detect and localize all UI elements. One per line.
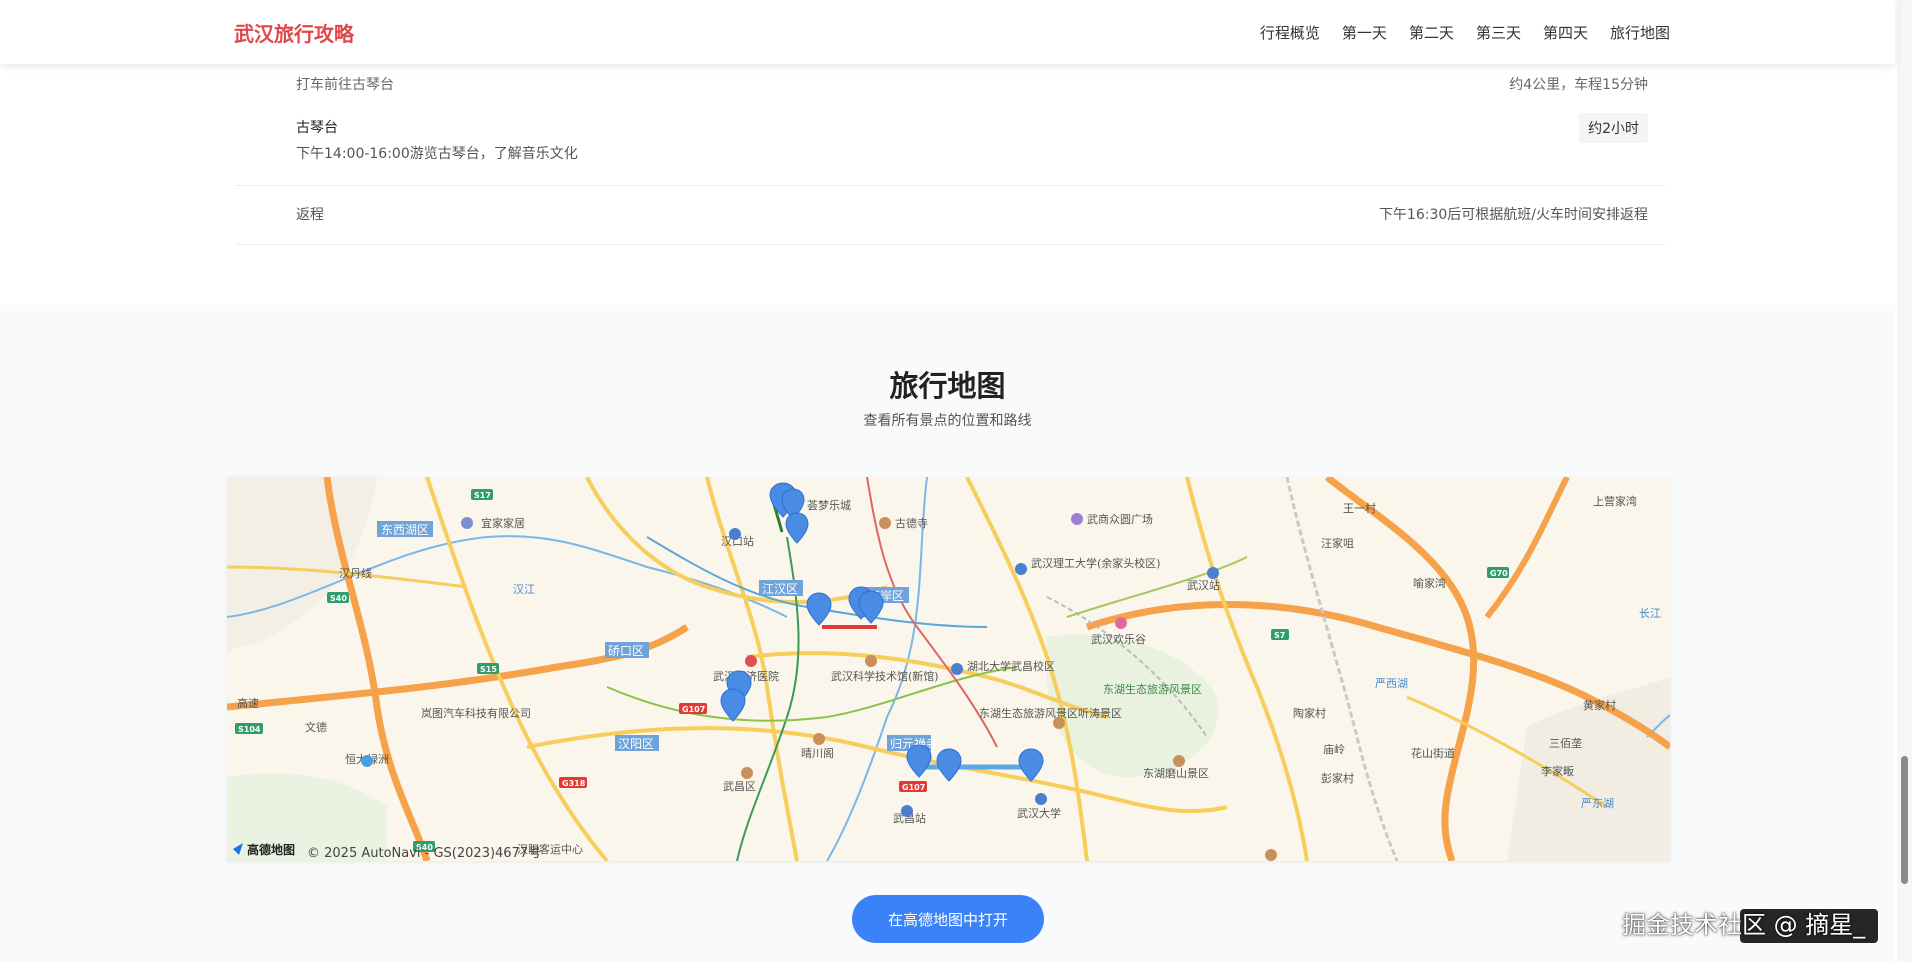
svg-text:© 2025 AutoNavi - GS(2023)4677: © 2025 AutoNavi - GS(2023)4677号	[307, 846, 541, 861]
svg-text:湖北大学武昌校区: 湖北大学武昌校区	[967, 659, 1055, 673]
svg-text:S40: S40	[330, 594, 347, 603]
svg-text:长江: 长江	[1639, 607, 1661, 620]
svg-text:G107: G107	[902, 783, 925, 792]
brand-logo[interactable]: 武汉旅行攻略	[234, 18, 354, 47]
spot-row: 古琴台 下午14:00-16:00游览古琴台，了解音乐文化 约2小时	[235, 104, 1665, 184]
return-detail: 下午16:30后可根据航班/火车时间安排返程	[1378, 207, 1648, 223]
nav-overview[interactable]: 行程概览	[1260, 22, 1320, 43]
svg-text:武汉大学: 武汉大学	[1017, 806, 1061, 820]
map-canvas[interactable]: S17 S40 S15 S104 G107 G318 G70 S7 G107 S…	[227, 477, 1670, 861]
nav-day4[interactable]: 第四天	[1543, 22, 1588, 43]
page: 武汉旅行攻略 行程概览 第一天 第二天 第三天 第四天 旅行地图 打车前往古琴台…	[0, 0, 1912, 962]
svg-text:彭家村: 彭家村	[1321, 771, 1354, 785]
svg-text:东湖磨山景区: 东湖磨山景区	[1143, 767, 1209, 780]
svg-text:武汉理工大学(余家头校区): 武汉理工大学(余家头校区)	[1031, 556, 1161, 570]
svg-text:武汉站: 武汉站	[1187, 578, 1220, 592]
svg-text:严东湖: 严东湖	[1581, 797, 1614, 810]
svg-text:李家畈: 李家畈	[1541, 764, 1574, 778]
svg-text:江汉区: 江汉区	[762, 582, 798, 596]
scrollbar[interactable]	[1897, 0, 1912, 962]
svg-text:高德地图: 高德地图	[247, 842, 295, 857]
transit-detail: 约4公里，车程15分钟	[1509, 77, 1648, 93]
svg-text:硚口区: 硚口区	[608, 644, 644, 658]
svg-text:喻家湾: 喻家湾	[1413, 576, 1446, 590]
travel-map-section: 旅行地图 查看所有景点的位置和路线 S17 S40 S15 S104 G107 …	[0, 305, 1895, 962]
svg-text:上营家湾: 上营家湾	[1593, 494, 1637, 508]
watermark: 掘金技术社区 @ 摘星_	[1622, 911, 1866, 939]
svg-text:花山街道: 花山街道	[1411, 746, 1455, 760]
open-in-amap-button[interactable]: 在高德地图中打开	[852, 895, 1044, 943]
svg-text:东湖生态旅游风景区听涛景区: 东湖生态旅游风景区听涛景区	[979, 706, 1122, 720]
svg-text:汪家咀: 汪家咀	[1321, 536, 1354, 550]
return-row: 返程 下午16:30后可根据航班/火车时间安排返程	[235, 185, 1665, 245]
road-badge: S17	[474, 491, 491, 500]
svg-text:荟梦乐城: 荟梦乐城	[807, 498, 851, 512]
nav-day2[interactable]: 第二天	[1409, 22, 1454, 43]
svg-text:汉丹线: 汉丹线	[339, 566, 372, 580]
svg-text:汉江: 汉江	[513, 583, 535, 596]
svg-text:黄家村: 黄家村	[1583, 698, 1616, 712]
duration-badge: 约2小时	[1579, 113, 1648, 143]
svg-text:陶家村: 陶家村	[1293, 706, 1326, 720]
section-subtitle: 查看所有景点的位置和路线	[863, 413, 1032, 429]
transit-text: 打车前往古琴台	[296, 77, 394, 93]
svg-text:汉阳区: 汉阳区	[618, 737, 654, 751]
poi-icon	[461, 517, 473, 529]
svg-text:武汉科学技术馆(新馆): 武汉科学技术馆(新馆)	[831, 669, 939, 683]
district-label: 东西湖区	[381, 522, 429, 537]
return-label: 返程	[296, 207, 324, 223]
spot-name: 古琴台	[296, 120, 338, 136]
scroll-thumb[interactable]	[1901, 756, 1908, 884]
svg-text:G107: G107	[682, 705, 705, 714]
svg-text:武汉欢乐谷: 武汉欢乐谷	[1091, 632, 1146, 646]
svg-text:武昌区: 武昌区	[723, 780, 756, 793]
main-nav: 行程概览 第一天 第二天 第三天 第四天 旅行地图	[1260, 22, 1670, 43]
svg-text:庙岭: 庙岭	[1323, 742, 1345, 756]
nav-map[interactable]: 旅行地图	[1610, 22, 1670, 43]
svg-text:严西湖: 严西湖	[1375, 677, 1408, 690]
top-navbar: 武汉旅行攻略 行程概览 第一天 第二天 第三天 第四天 旅行地图	[0, 0, 1895, 64]
svg-text:文德: 文德	[305, 720, 327, 734]
svg-text:三佰垄: 三佰垄	[1549, 736, 1582, 750]
spot-description: 下午14:00-16:00游览古琴台，了解音乐文化	[296, 146, 578, 162]
transit-row: 打车前往古琴台 约4公里，车程15分钟	[235, 64, 1665, 104]
svg-text:王一村: 王一村	[1343, 501, 1376, 515]
poi-label: 宜家家居	[481, 516, 525, 530]
nav-day3[interactable]: 第三天	[1476, 22, 1521, 43]
nav-day1[interactable]: 第一天	[1342, 22, 1387, 43]
svg-text:高速: 高速	[237, 696, 259, 710]
svg-text:G70: G70	[1490, 569, 1508, 578]
svg-text:武商众圆广场: 武商众圆广场	[1087, 512, 1153, 526]
svg-text:G318: G318	[562, 779, 586, 788]
svg-text:晴川阁: 晴川阁	[801, 746, 834, 760]
svg-text:S104: S104	[238, 725, 261, 734]
svg-text:S7: S7	[1274, 631, 1285, 640]
svg-text:古德寺: 古德寺	[895, 516, 928, 530]
svg-text:岚图汽车科技有限公司: 岚图汽车科技有限公司	[421, 706, 531, 720]
svg-text:东湖生态旅游风景区: 东湖生态旅游风景区	[1103, 682, 1202, 696]
svg-text:S15: S15	[480, 665, 497, 674]
section-title: 旅行地图	[889, 369, 1006, 403]
